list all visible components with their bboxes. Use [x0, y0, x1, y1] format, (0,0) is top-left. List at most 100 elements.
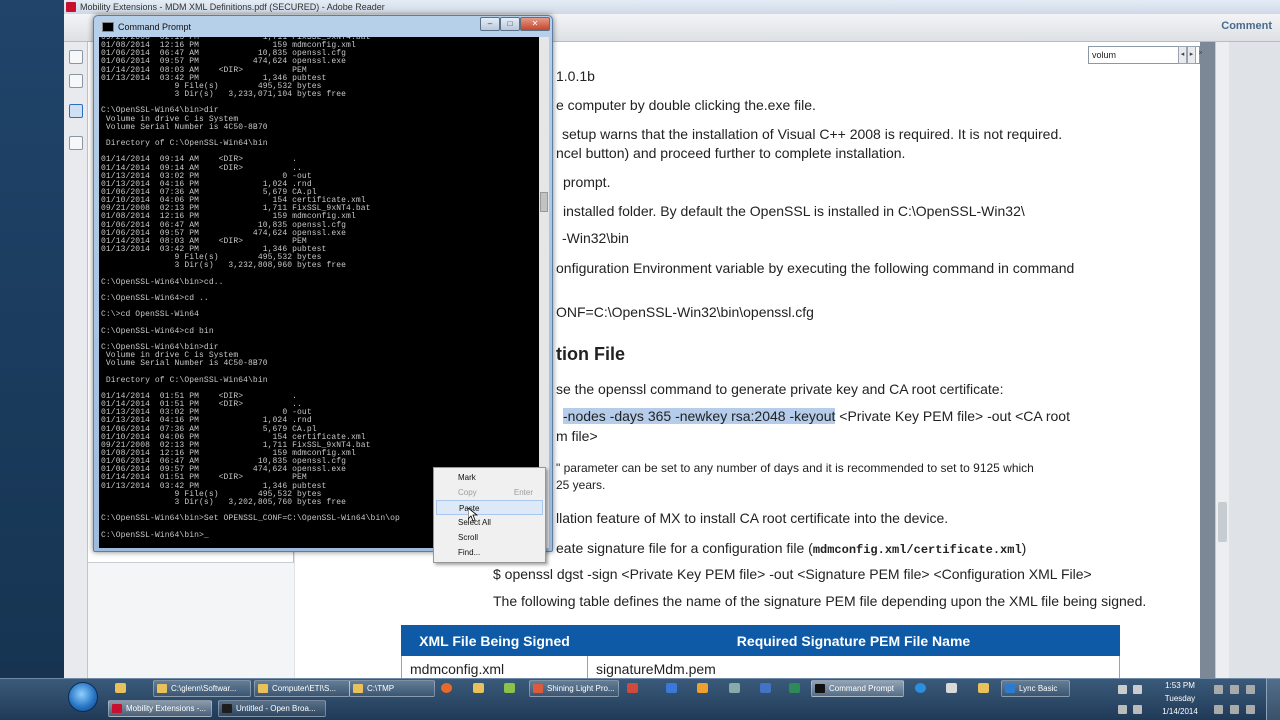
doc-line: $ openssl dgst -sign <Private Key PEM fi… [493, 566, 1092, 582]
taskbar-button[interactable]: Mobility Extensions -... [108, 700, 212, 717]
taskbar-button-label: Mobility Extensions -... [126, 704, 207, 713]
taskbar-button-label: Untitled - Open Broa... [236, 704, 316, 713]
menu-item-mark[interactable]: Mark [436, 470, 543, 485]
menu-item-copy[interactable]: Copy Enter [436, 485, 543, 500]
cmd-icon [102, 22, 114, 32]
app-icon[interactable] [729, 683, 740, 693]
taskbar-button[interactable]: C:\TMP [349, 680, 435, 697]
lock-icon[interactable] [69, 74, 83, 88]
doc-line-command: -nodes -days 365 -newkey rsa:2048 -keyou… [563, 408, 1070, 424]
tray-icon[interactable] [1118, 685, 1127, 694]
menu-item-find[interactable]: Find... [436, 545, 543, 560]
doc-code: mdmconfig.xml/certificate.xml [812, 543, 1022, 557]
document-scrollbar[interactable] [1215, 42, 1229, 678]
tray-icon[interactable] [1230, 705, 1239, 714]
doc-line: se the openssl command to generate priva… [556, 381, 1004, 397]
taskbar-button-label: C:\TMP [367, 684, 395, 693]
table-cell: mdmconfig.xml [401, 655, 588, 678]
doc-line: ncel button) and proceed further to comp… [556, 145, 906, 161]
menu-item-paste[interactable]: Paste [436, 500, 543, 515]
tray-icon[interactable] [1246, 705, 1255, 714]
app-icon[interactable] [697, 683, 708, 693]
start-button[interactable] [68, 682, 98, 712]
taskbar-button-label: Command Prompt [829, 684, 894, 693]
menu-item-label: Copy [458, 488, 477, 497]
find-previous-button[interactable]: ◂ [1178, 46, 1187, 64]
selected-text[interactable]: -nodes -days 365 -newkey rsa:2048 -keyou… [563, 408, 836, 424]
doc-line: prompt. [563, 174, 611, 190]
taskbar-button-label: C:\glenn\Softwar... [171, 684, 237, 693]
reader-title-text: Mobility Extensions - MDM XML Definition… [80, 2, 385, 12]
taskbar-button[interactable]: Lync Basic [1001, 680, 1070, 697]
reader-left-rail [64, 42, 88, 678]
maximize-button[interactable]: □ [500, 17, 520, 31]
doc-line-text: ) [1021, 540, 1027, 556]
ie-icon[interactable] [915, 683, 926, 693]
console-text: 09/21/2008 02:13 PM 1,711 FixSSL_9xNT4.b… [101, 37, 400, 540]
scrollbar-thumb[interactable] [540, 192, 548, 212]
menu-item-label: Scroll [458, 533, 479, 542]
comment-button[interactable]: Comment [1221, 20, 1272, 32]
page-thumbnails-icon[interactable] [69, 50, 83, 64]
doc-line: onfiguration Environment variable by exe… [556, 260, 1075, 276]
tray-icon[interactable] [1214, 705, 1223, 714]
table-row: mdmconfig.xml signatureMdm.pem [401, 655, 1120, 678]
table-header: XML File Being Signed [401, 625, 588, 656]
app-icon [112, 704, 122, 713]
app-icon[interactable] [978, 683, 989, 693]
desktop-background [0, 0, 64, 678]
app-icon [533, 684, 543, 693]
tray-icon[interactable] [1246, 685, 1255, 694]
clock-time: 1:53 PM [1165, 681, 1195, 690]
doc-line-text: eate signature file for a configuration … [556, 540, 813, 556]
bookmarks-pane-footer [88, 562, 294, 678]
doc-line: e computer by double clicking the.exe fi… [556, 97, 816, 113]
show-desktop-button[interactable] [1266, 678, 1280, 720]
tray-icon[interactable] [1118, 705, 1127, 714]
app-icon [157, 684, 167, 693]
taskbar-button[interactable]: Untitled - Open Broa... [218, 700, 326, 717]
doc-line: ONF=C:\OpenSSL-Win32\bin\openssl.cfg [556, 304, 814, 320]
adobe-reader-icon [66, 2, 76, 12]
menu-item-label: Find... [458, 548, 481, 557]
clock-date: 1/14/2014 [1162, 707, 1198, 716]
section-heading: tion File [556, 344, 625, 364]
scrollbar-thumb[interactable] [1218, 502, 1227, 542]
menu-item-select-all[interactable]: Select All [436, 515, 543, 530]
find-next-button[interactable]: ▸ [1187, 46, 1196, 64]
doc-line-tail: <Private Key PEM file> -out <CA root [835, 408, 1070, 424]
close-button[interactable]: ✕ [520, 17, 550, 31]
taskbar-button-label: Computer\ETI\S... [272, 684, 337, 693]
app-icon[interactable] [666, 683, 677, 693]
tray-icon[interactable] [1230, 685, 1239, 694]
taskbar-button[interactable]: Command Prompt [811, 680, 904, 697]
menu-item-scroll[interactable]: Scroll [436, 530, 543, 545]
taskbar-button[interactable]: Computer\ETI\S... [254, 680, 350, 697]
bookmarks-icon[interactable] [69, 104, 83, 118]
app-icon[interactable] [627, 683, 638, 693]
cmd-title-bar: Command Prompt [102, 19, 191, 35]
word-icon[interactable] [760, 683, 771, 693]
doc-line: 25 years. [556, 478, 606, 492]
firefox-icon[interactable] [441, 683, 452, 693]
system-clock[interactable]: 1:53 PM Tuesday 1/14/2014 [1154, 678, 1206, 720]
taskbar-button[interactable]: Shining Light Pro... [529, 680, 619, 697]
folder-icon[interactable] [115, 683, 126, 693]
app-icon[interactable] [946, 683, 957, 693]
menu-item-label: Mark [458, 473, 476, 482]
doc-line: setup warns that the installation of Vis… [562, 126, 1063, 142]
explorer-icon[interactable] [473, 683, 484, 693]
minimize-button[interactable]: – [480, 17, 500, 31]
tray-icon[interactable] [1133, 685, 1142, 694]
doc-line-signature: eate signature file for a configuration … [556, 540, 1026, 557]
excel-icon[interactable] [789, 683, 800, 693]
volume-icon[interactable] [1133, 705, 1142, 714]
taskbar-button[interactable]: C:\glenn\Softwar... [153, 680, 251, 697]
app-icon [258, 684, 268, 693]
taskbar-button-label: Lync Basic [1019, 684, 1058, 693]
tray-icon[interactable] [1214, 685, 1223, 694]
find-close-button[interactable]: × [1196, 46, 1205, 64]
app-icon[interactable] [504, 683, 515, 693]
clock-day: Tuesday [1164, 694, 1196, 703]
attachments-icon[interactable] [69, 136, 83, 150]
